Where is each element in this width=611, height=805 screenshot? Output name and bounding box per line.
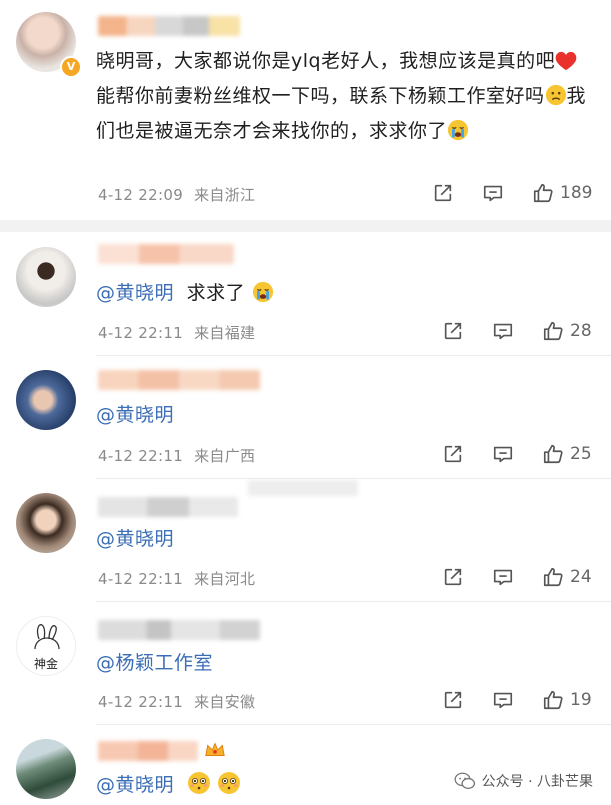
wechat-icon bbox=[454, 772, 475, 790]
avatar[interactable] bbox=[16, 370, 76, 430]
comment-icon[interactable] bbox=[492, 566, 514, 588]
watermark-text: 公众号 · 八卦芒果 bbox=[481, 774, 593, 790]
action-bar: 25 bbox=[442, 443, 592, 465]
comment-meta: 4-12 22:11 来自河北 bbox=[98, 568, 255, 589]
share-icon[interactable] bbox=[442, 443, 464, 465]
comment-meta: 4-12 22:11 来自安徽 bbox=[98, 691, 255, 712]
location: 来自浙江 bbox=[194, 186, 256, 204]
divider bbox=[96, 478, 611, 479]
like-icon[interactable] bbox=[532, 182, 554, 204]
username-blurred[interactable] bbox=[98, 620, 260, 640]
avatar[interactable] bbox=[16, 247, 76, 307]
like-count: 28 bbox=[570, 321, 592, 341]
share-icon[interactable] bbox=[442, 566, 464, 588]
timestamp: 4-12 22:11 bbox=[98, 570, 184, 588]
timestamp: 4-12 22:09 bbox=[98, 186, 184, 204]
username-blurred[interactable] bbox=[98, 741, 198, 761]
comment-text: @黄晓明 求求了 bbox=[96, 278, 274, 313]
avatar[interactable] bbox=[16, 739, 76, 799]
crying-emoji bbox=[447, 119, 469, 151]
mention-link[interactable]: @黄晓明 bbox=[96, 404, 174, 426]
like-count: 19 bbox=[570, 690, 592, 710]
comment-text: @杨颖工作室 bbox=[96, 648, 213, 679]
flushed-emoji bbox=[187, 771, 211, 805]
share-icon[interactable] bbox=[432, 182, 454, 204]
avatar[interactable] bbox=[16, 493, 76, 553]
username-blurred[interactable] bbox=[98, 244, 234, 264]
mention-link[interactable]: @黄晓明 bbox=[96, 774, 174, 796]
comment-meta: 4-12 22:11 来自广西 bbox=[98, 445, 255, 466]
like-icon[interactable] bbox=[542, 566, 564, 588]
flushed-emoji bbox=[217, 771, 241, 805]
username-blurred[interactable] bbox=[98, 370, 260, 390]
avatar[interactable]: 神金 bbox=[16, 616, 76, 676]
comment-meta: 4-12 22:09 来自浙江 bbox=[98, 184, 255, 205]
like-count: 24 bbox=[570, 567, 592, 587]
like-count: 25 bbox=[570, 444, 592, 464]
crying-emoji bbox=[252, 281, 274, 313]
heart-icon bbox=[555, 50, 577, 81]
action-bar: 24 bbox=[442, 566, 592, 588]
share-icon[interactable] bbox=[442, 689, 464, 711]
like-icon[interactable] bbox=[542, 689, 564, 711]
location: 来自安徽 bbox=[194, 693, 256, 711]
comment-text: @黄晓明 bbox=[96, 524, 174, 555]
avatar-text: 神金 bbox=[33, 657, 58, 671]
worried-emoji bbox=[545, 84, 567, 116]
username-blurred-extra bbox=[248, 480, 358, 496]
watermark: 公众号 · 八卦芒果 bbox=[454, 771, 593, 791]
timestamp: 4-12 22:11 bbox=[98, 447, 184, 465]
location: 来自福建 bbox=[194, 324, 256, 342]
divider bbox=[96, 355, 611, 356]
timestamp: 4-12 22:11 bbox=[98, 693, 184, 711]
divider bbox=[96, 724, 611, 725]
action-bar: 19 bbox=[442, 689, 592, 711]
action-bar: 28 bbox=[442, 320, 592, 342]
location: 来自广西 bbox=[194, 447, 256, 465]
comment-text: @黄晓明 bbox=[96, 770, 241, 805]
like-count: 189 bbox=[560, 183, 593, 203]
timestamp: 4-12 22:11 bbox=[98, 324, 184, 342]
comment-text: 晓明哥，大家都说你是ylq老好人，我想应该是真的吧能帮你前妻粉丝维权一下吗，联系… bbox=[96, 46, 596, 151]
comment-meta: 4-12 22:11 来自福建 bbox=[98, 322, 255, 343]
comment-icon[interactable] bbox=[482, 182, 504, 204]
comment-icon[interactable] bbox=[492, 320, 514, 342]
mention-link[interactable]: @黄晓明 bbox=[96, 282, 174, 304]
location: 来自河北 bbox=[194, 570, 256, 588]
verified-badge: V bbox=[60, 56, 82, 78]
crown-icon bbox=[204, 740, 226, 764]
comment-icon[interactable] bbox=[492, 443, 514, 465]
like-icon[interactable] bbox=[542, 443, 564, 465]
action-bar: 189 bbox=[432, 182, 592, 204]
section-divider bbox=[0, 220, 611, 232]
comment-icon[interactable] bbox=[492, 689, 514, 711]
username-blurred[interactable] bbox=[98, 497, 238, 517]
share-icon[interactable] bbox=[442, 320, 464, 342]
divider bbox=[96, 601, 611, 602]
mention-link[interactable]: @杨颖工作室 bbox=[96, 652, 213, 674]
username-blurred[interactable] bbox=[98, 16, 240, 36]
comment-text: @黄晓明 bbox=[96, 400, 174, 431]
mention-link[interactable]: @黄晓明 bbox=[96, 528, 174, 550]
like-icon[interactable] bbox=[542, 320, 564, 342]
